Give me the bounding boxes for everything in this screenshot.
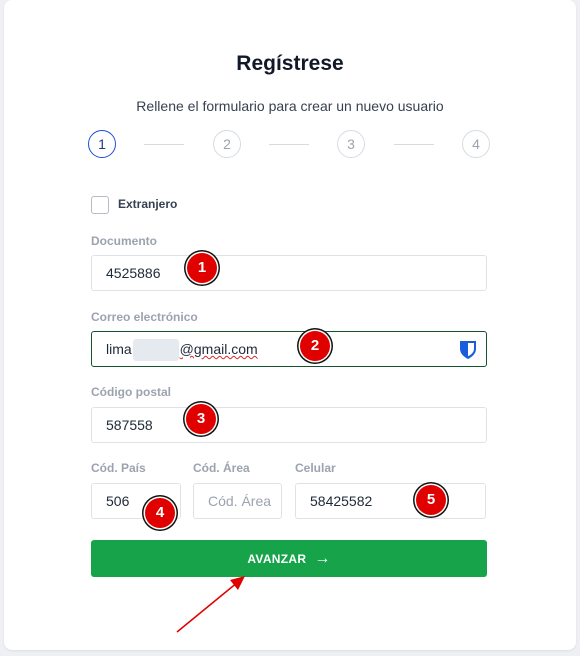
annotation-arrow-icon [176,576,245,633]
